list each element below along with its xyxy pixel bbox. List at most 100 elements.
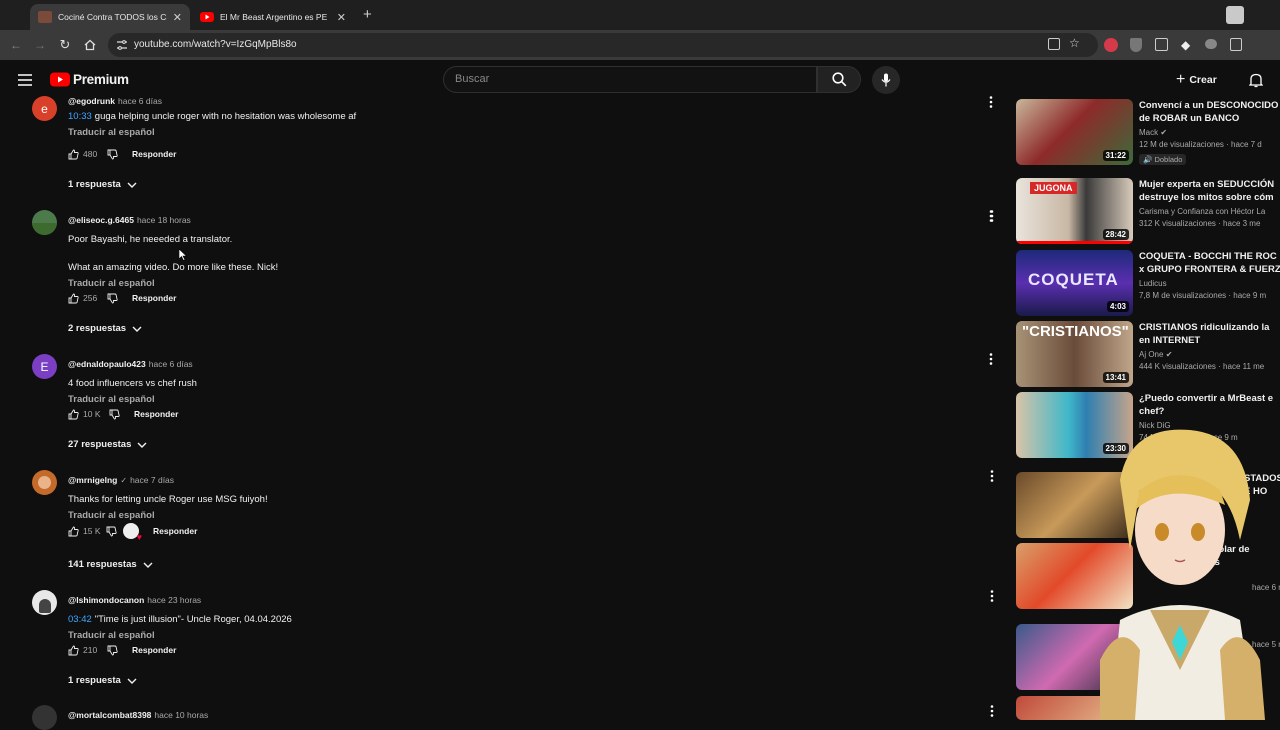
comment-timestamp-link[interactable]: 10:33 bbox=[68, 111, 92, 122]
comment-author[interactable]: @ednaldopaulo423 bbox=[68, 359, 146, 369]
home-icon[interactable] bbox=[82, 37, 98, 53]
comment-timestamp-link[interactable]: 03:42 bbox=[68, 614, 92, 625]
comment-author[interactable]: @egodrunk bbox=[68, 96, 115, 106]
translate-link[interactable]: Traducir al español bbox=[68, 510, 268, 521]
comment-author[interactable]: @eliseoc.g.6465 bbox=[68, 215, 134, 225]
video-title-line1[interactable]: Convencí a un DESCONOCIDO bbox=[1139, 99, 1280, 112]
related-video-item[interactable]: "CRISTIANOS" 13:41 CRISTIANOS ridiculiza… bbox=[1016, 321, 1280, 387]
video-title-line2[interactable]: x GRUPO FRONTERA & FUERZ bbox=[1139, 263, 1280, 276]
view-replies-button[interactable]: 1 respuesta bbox=[68, 675, 137, 686]
channel-name[interactable]: Carisma y Confianza con Héctor La bbox=[1139, 207, 1280, 216]
avatar[interactable] bbox=[32, 210, 57, 235]
video-title-line1[interactable]: Mujer experta en SEDUCCIÓN bbox=[1139, 178, 1280, 191]
create-button[interactable]: + Crear bbox=[1176, 67, 1217, 93]
translate-link[interactable]: Traducir al español bbox=[68, 394, 197, 405]
close-tab-icon[interactable]: ✕ bbox=[173, 11, 182, 24]
reply-button[interactable]: Responder bbox=[132, 293, 176, 303]
search-input[interactable]: Buscar bbox=[443, 66, 817, 93]
video-thumbnail[interactable]: JUGONA 28:42 bbox=[1016, 178, 1133, 244]
video-thumbnail[interactable]: COQUETA 4:03 bbox=[1016, 250, 1133, 316]
avatar[interactable] bbox=[32, 470, 57, 495]
comment-author[interactable]: @mrnigelng bbox=[68, 475, 117, 485]
like-icon[interactable] bbox=[68, 645, 79, 656]
reply-button[interactable]: Responder bbox=[153, 526, 197, 536]
video-thumbnail[interactable]: 31:22 bbox=[1016, 99, 1133, 165]
forward-icon[interactable]: → bbox=[32, 37, 48, 53]
translate-link[interactable]: Traducir al español bbox=[68, 127, 356, 138]
reply-button[interactable]: Responder bbox=[132, 149, 176, 159]
like-icon[interactable] bbox=[68, 409, 79, 420]
view-replies-button[interactable]: 27 respuestas bbox=[68, 439, 147, 450]
video-title-line2[interactable]: en INTERNET bbox=[1139, 334, 1280, 347]
dislike-icon[interactable] bbox=[107, 645, 118, 656]
comment-time[interactable]: hace 6 días bbox=[149, 359, 193, 369]
comment-time[interactable]: hace 10 horas bbox=[154, 710, 208, 720]
more-options-icon[interactable] bbox=[990, 590, 994, 602]
comment-author[interactable]: @mortalcombat8398 bbox=[68, 710, 151, 720]
avatar[interactable] bbox=[32, 590, 57, 615]
install-app-icon[interactable] bbox=[1048, 38, 1060, 50]
notifications-bell-icon[interactable] bbox=[1249, 72, 1263, 88]
more-options-icon[interactable] bbox=[989, 353, 993, 365]
like-icon[interactable] bbox=[68, 149, 79, 160]
avatar[interactable]: e bbox=[32, 96, 57, 121]
new-tab-icon[interactable]: + bbox=[363, 6, 372, 23]
related-video-item[interactable]: 31:22 Convencí a un DESCONOCIDO de ROBAR… bbox=[1016, 99, 1280, 165]
youtube-premium-logo[interactable]: Premium bbox=[50, 72, 129, 87]
edit-extension-icon[interactable] bbox=[1155, 38, 1168, 51]
dislike-icon[interactable] bbox=[107, 149, 118, 160]
avatar[interactable] bbox=[32, 705, 57, 730]
related-video-item[interactable]: JUGONA 28:42 Mujer experta en SEDUCCIÓN … bbox=[1016, 178, 1280, 244]
translate-link[interactable]: Traducir al español bbox=[68, 630, 292, 641]
diamond-extension-icon[interactable]: ◆ bbox=[1181, 38, 1190, 52]
shield-extension-icon[interactable] bbox=[1130, 38, 1142, 52]
comment-time[interactable]: hace 18 horas bbox=[137, 215, 191, 225]
more-options-icon[interactable] bbox=[990, 470, 994, 482]
video-title-line2[interactable]: de ROBAR un BANCO bbox=[1139, 112, 1280, 125]
reply-button[interactable]: Responder bbox=[132, 645, 176, 655]
comment-time[interactable]: hace 6 días bbox=[118, 96, 162, 106]
video-title-line1[interactable]: ¿Puedo convertir a MrBeast e bbox=[1139, 392, 1280, 405]
avatar[interactable]: E bbox=[32, 354, 57, 379]
extensions-puzzle-icon[interactable] bbox=[1230, 38, 1242, 51]
like-icon[interactable] bbox=[68, 293, 79, 304]
address-bar[interactable]: youtube.com/watch?v=IzGqMpBls8o ☆ bbox=[108, 33, 1098, 57]
more-options-icon[interactable] bbox=[989, 96, 993, 108]
view-replies-button[interactable]: 2 respuestas bbox=[68, 323, 142, 334]
bookmark-star-icon[interactable]: ☆ bbox=[1069, 36, 1080, 50]
profile-icon[interactable] bbox=[1226, 6, 1244, 24]
dislike-icon[interactable] bbox=[109, 409, 120, 420]
browser-tab-1[interactable]: Cociné Contra TODOS los Crea ✕ bbox=[30, 4, 190, 30]
site-info-icon[interactable] bbox=[116, 39, 128, 51]
video-title-line1[interactable]: CRISTIANOS ridiculizando la bbox=[1139, 321, 1280, 334]
video-title-line2[interactable]: chef? bbox=[1139, 405, 1280, 418]
menu-icon[interactable] bbox=[18, 74, 32, 86]
dislike-icon[interactable] bbox=[106, 526, 117, 537]
comment-author[interactable]: @Ishimondocanon bbox=[68, 595, 144, 605]
related-video-item[interactable]: COQUETA 4:03 COQUETA - BOCCHI THE ROC x … bbox=[1016, 250, 1280, 316]
view-replies-button[interactable]: 1 respuesta bbox=[68, 179, 137, 190]
search-button[interactable] bbox=[817, 66, 861, 93]
glasses-extension-icon[interactable] bbox=[1205, 39, 1217, 49]
more-options-icon[interactable] bbox=[989, 210, 993, 222]
translate-link[interactable]: Traducir al español bbox=[68, 278, 278, 289]
channel-name[interactable]: Mack bbox=[1139, 128, 1158, 137]
comment-time[interactable]: hace 23 horas bbox=[147, 595, 201, 605]
like-icon[interactable] bbox=[68, 526, 79, 537]
channel-name[interactable]: Ludicus bbox=[1139, 279, 1280, 288]
more-options-icon[interactable] bbox=[990, 705, 994, 717]
comment-time[interactable]: hace 7 días bbox=[130, 475, 174, 485]
browser-tab-2[interactable]: El Mr Beast Argentino es PE ✕ bbox=[192, 4, 354, 30]
reply-button[interactable]: Responder bbox=[134, 409, 178, 419]
voice-search-button[interactable] bbox=[872, 66, 900, 94]
video-title-line1[interactable]: COQUETA - BOCCHI THE ROC bbox=[1139, 250, 1280, 263]
back-icon[interactable]: ← bbox=[8, 37, 24, 53]
reload-icon[interactable]: ↻ bbox=[57, 37, 73, 53]
video-title-line2[interactable]: destruye los mitos sobre cóm bbox=[1139, 191, 1280, 204]
view-replies-button[interactable]: 141 respuestas bbox=[68, 559, 153, 570]
dislike-icon[interactable] bbox=[107, 293, 118, 304]
extension-icon[interactable] bbox=[1104, 38, 1118, 52]
close-tab-icon[interactable]: ✕ bbox=[337, 11, 346, 24]
video-thumbnail[interactable]: "CRISTIANOS" 13:41 bbox=[1016, 321, 1133, 387]
channel-name[interactable]: Aj One bbox=[1139, 350, 1163, 359]
